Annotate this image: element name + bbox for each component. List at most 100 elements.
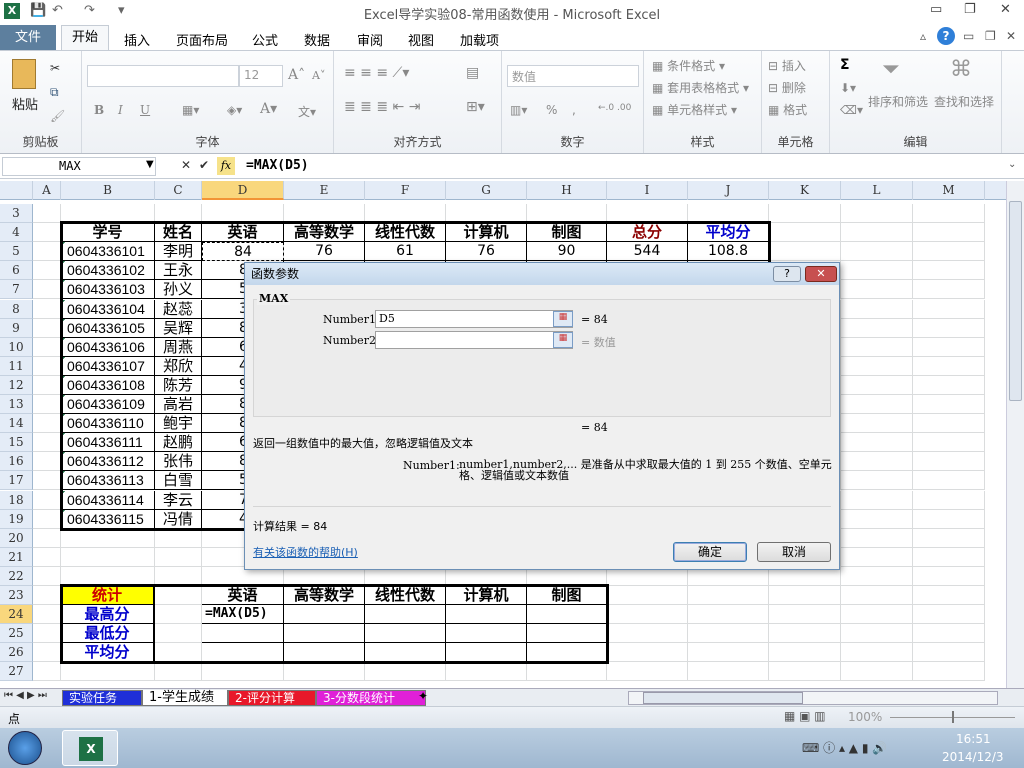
sort-filter-button[interactable]: 排序和筛选	[868, 93, 928, 110]
cell[interactable]	[913, 586, 985, 605]
find-icon[interactable]: ⌘	[950, 57, 972, 82]
stats-title-cell[interactable]: 统计	[61, 586, 155, 605]
student-id-cell[interactable]: 0604336106	[61, 337, 155, 357]
stats-cell[interactable]	[284, 605, 365, 625]
cell[interactable]	[913, 605, 985, 625]
student-id-cell[interactable]: 0604336101	[61, 242, 155, 262]
cell[interactable]	[33, 242, 61, 262]
cell[interactable]	[33, 509, 61, 529]
table-cell[interactable]: 陈芳	[155, 375, 202, 395]
cell[interactable]	[913, 528, 985, 548]
column-header-C[interactable]: C	[155, 181, 202, 200]
copy-icon[interactable]: ⧉	[50, 85, 59, 100]
zoom-level[interactable]: 100%	[848, 710, 882, 724]
row-header-18[interactable]: 18	[0, 490, 33, 510]
cell[interactable]	[688, 624, 769, 644]
stats-cell[interactable]	[365, 605, 446, 625]
sheet-tab-2[interactable]: 1-学生成绩	[142, 690, 228, 706]
comma-button[interactable]: ,	[572, 103, 576, 117]
cell[interactable]	[33, 547, 61, 567]
cell[interactable]	[607, 643, 688, 663]
cell[interactable]	[841, 509, 913, 529]
table-cell[interactable]: 84	[202, 242, 284, 262]
cell[interactable]	[155, 586, 202, 605]
cell[interactable]	[284, 662, 365, 682]
cell[interactable]	[913, 471, 985, 491]
minimize-button[interactable]: ▭	[930, 2, 942, 17]
tab-home[interactable]: 开始	[61, 25, 109, 51]
table-cell[interactable]: 白雪	[155, 471, 202, 491]
tab-review[interactable]: 审阅	[357, 28, 383, 51]
function-help-link[interactable]: 有关该函数的帮助(H)	[253, 544, 358, 560]
student-id-cell[interactable]: 0604336103	[61, 280, 155, 300]
horizontal-scrollbar[interactable]	[628, 691, 998, 705]
cell[interactable]	[769, 643, 841, 663]
student-id-cell[interactable]: 0604336108	[61, 375, 155, 395]
stats-cell[interactable]	[365, 643, 446, 663]
table-cell[interactable]: 90	[527, 242, 607, 262]
column-header-G[interactable]: G	[446, 181, 527, 200]
cell[interactable]	[913, 337, 985, 357]
cell[interactable]	[33, 375, 61, 395]
cell[interactable]	[688, 662, 769, 682]
cell[interactable]	[841, 586, 913, 605]
help-icon[interactable]: ?	[937, 27, 955, 45]
cell[interactable]	[33, 624, 61, 644]
table-cell[interactable]: 冯倩	[155, 509, 202, 529]
font-color-icon[interactable]: A▾	[260, 101, 277, 117]
cell[interactable]	[61, 528, 155, 548]
row-header-7[interactable]: 7	[0, 280, 33, 300]
cell[interactable]	[446, 204, 527, 223]
column-header-M[interactable]: M	[913, 181, 985, 200]
table-cell[interactable]: 61	[365, 242, 446, 262]
cell[interactable]	[527, 662, 607, 682]
cell[interactable]	[913, 204, 985, 223]
row-header-23[interactable]: 23	[0, 586, 33, 605]
cell[interactable]	[913, 242, 985, 262]
cell[interactable]	[913, 261, 985, 281]
column-header-H[interactable]: H	[527, 181, 607, 200]
row-header-5[interactable]: 5	[0, 242, 33, 262]
cell[interactable]	[841, 395, 913, 414]
student-id-cell[interactable]: 0604336105	[61, 318, 155, 338]
dialog-help-button[interactable]: ?	[773, 266, 801, 282]
doc-close-button[interactable]: ✕	[1006, 29, 1016, 43]
stats-cell[interactable]	[446, 605, 527, 625]
table-header-cell[interactable]: 学号	[61, 223, 155, 243]
table-cell[interactable]: 76	[446, 242, 527, 262]
name-box-dropdown-icon[interactable]: ▼	[146, 159, 154, 170]
column-header-A[interactable]: A	[33, 181, 61, 200]
table-cell[interactable]: 鲍宇	[155, 414, 202, 434]
cell[interactable]	[446, 662, 527, 682]
table-cell[interactable]: 李明	[155, 242, 202, 262]
table-cell[interactable]: 孙义	[155, 280, 202, 300]
table-cell[interactable]: 吴辉	[155, 318, 202, 338]
row-header-14[interactable]: 14	[0, 414, 33, 434]
cell[interactable]	[769, 624, 841, 644]
name-box[interactable]: MAX	[2, 157, 156, 176]
cell[interactable]	[33, 605, 61, 625]
cell[interactable]	[33, 337, 61, 357]
paste-icon[interactable]	[12, 59, 36, 89]
cell[interactable]	[155, 643, 202, 663]
cell[interactable]	[841, 414, 913, 434]
font-size-combo[interactable]: 12	[239, 65, 283, 87]
cell[interactable]	[33, 643, 61, 663]
cell[interactable]	[607, 605, 688, 625]
active-cell-editing[interactable]: =MAX(D5)	[202, 605, 284, 625]
cell[interactable]	[769, 605, 841, 625]
stats-cell[interactable]	[446, 643, 527, 663]
cell[interactable]	[33, 414, 61, 434]
clear-icon[interactable]: ⌫▾	[840, 103, 863, 117]
cell[interactable]	[913, 280, 985, 300]
sheet-nav-arrows[interactable]: ⏮ ◀ ▶ ⏭	[4, 690, 47, 701]
stats-header-cell[interactable]: 线性代数	[365, 586, 446, 605]
horizontal-scroll-thumb[interactable]	[643, 692, 803, 704]
cell[interactable]	[913, 547, 985, 567]
clock-time[interactable]: 16:51	[956, 732, 991, 746]
number1-input[interactable]: D5	[375, 310, 573, 328]
stats-cell[interactable]	[365, 624, 446, 644]
cell[interactable]	[61, 547, 155, 567]
cell[interactable]	[841, 605, 913, 625]
cell[interactable]	[841, 643, 913, 663]
